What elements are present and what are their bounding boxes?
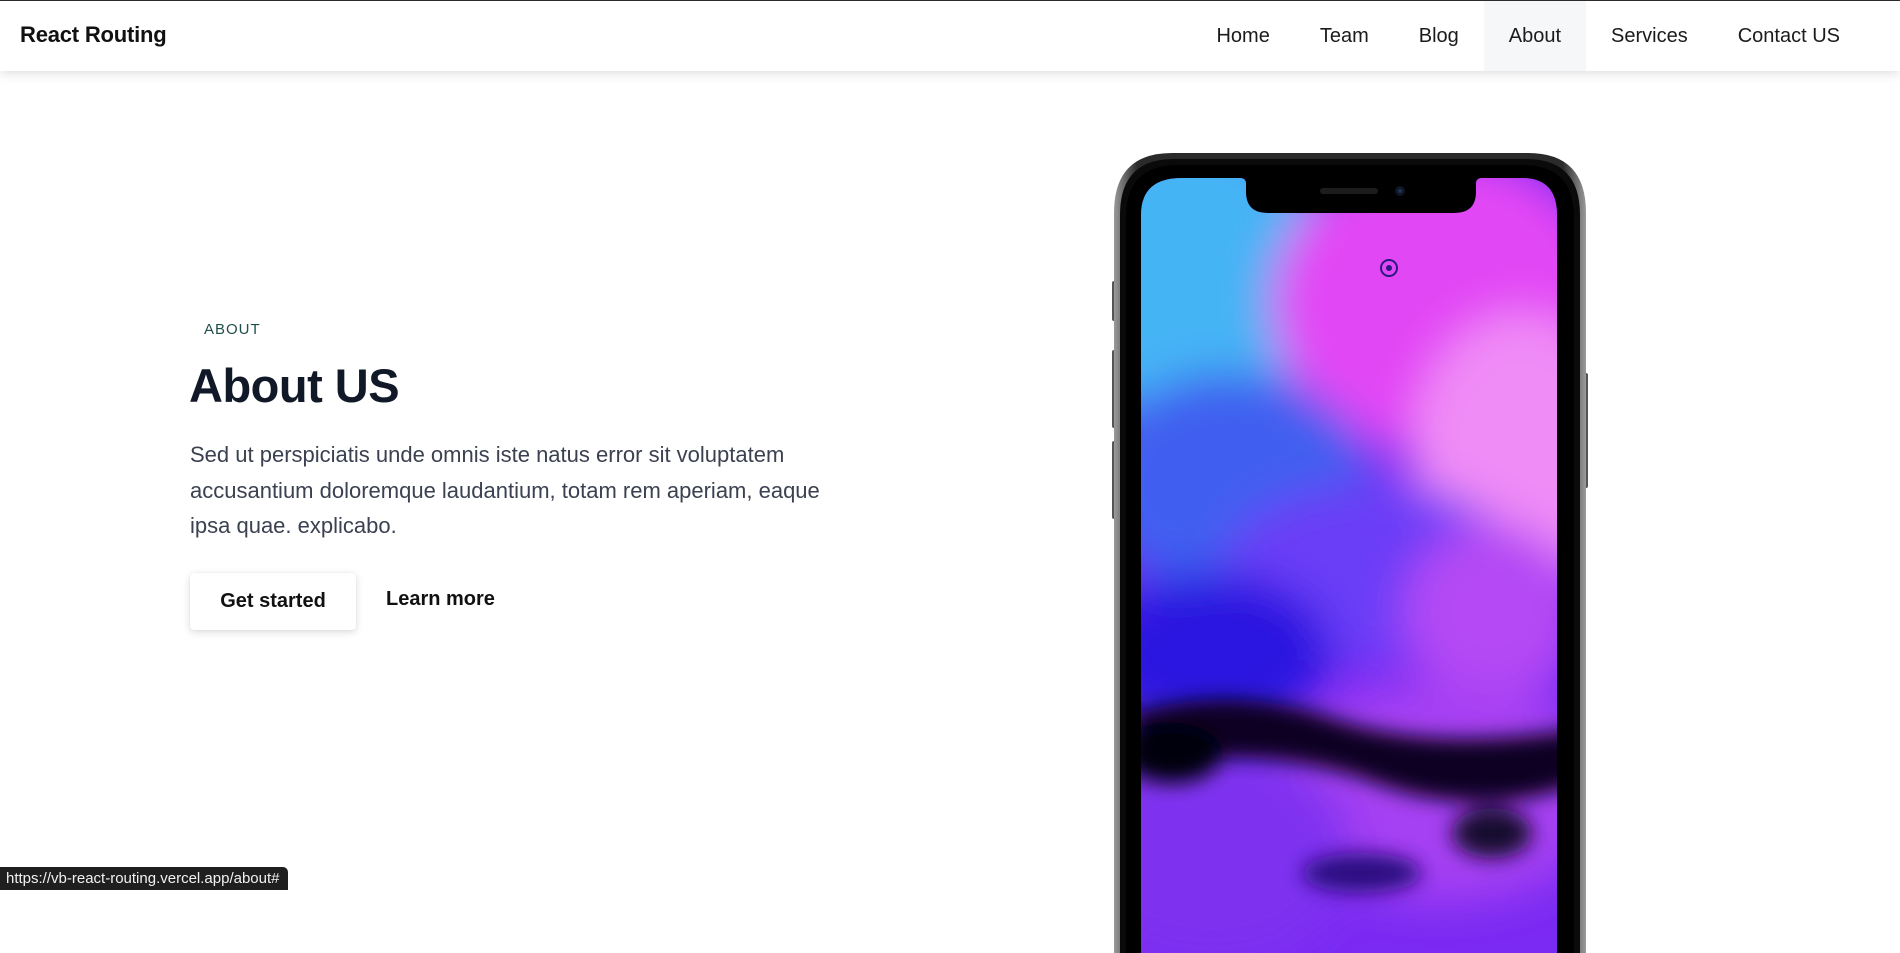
nav-links: Home Team Blog About Services Contact US (1191, 1, 1865, 71)
get-started-button[interactable]: Get started (190, 573, 356, 630)
navbar: React Routing Home Team Blog About Servi… (0, 0, 1900, 71)
page-title: About US (189, 358, 399, 413)
nav-link-team[interactable]: Team (1295, 1, 1394, 71)
phone-illustration (1112, 153, 1588, 953)
section-eyebrow: ABOUT (204, 321, 261, 338)
speaker-grille (1320, 188, 1378, 194)
status-bar-url: https://vb-react-routing.vercel.app/abou… (0, 867, 288, 890)
nav-link-about[interactable]: About (1484, 1, 1586, 71)
nav-link-contact[interactable]: Contact US (1713, 1, 1865, 71)
learn-more-link[interactable]: Learn more (386, 588, 495, 611)
nav-link-blog[interactable]: Blog (1394, 1, 1484, 71)
smartphone-mockup-icon (1112, 153, 1588, 953)
phone-screen-wallpaper (1112, 153, 1588, 953)
nav-link-services[interactable]: Services (1586, 1, 1713, 71)
brand-logo[interactable]: React Routing (20, 22, 167, 48)
hero-description: Sed ut perspiciatis unde omnis iste natu… (190, 437, 830, 544)
nav-link-home[interactable]: Home (1191, 1, 1294, 71)
